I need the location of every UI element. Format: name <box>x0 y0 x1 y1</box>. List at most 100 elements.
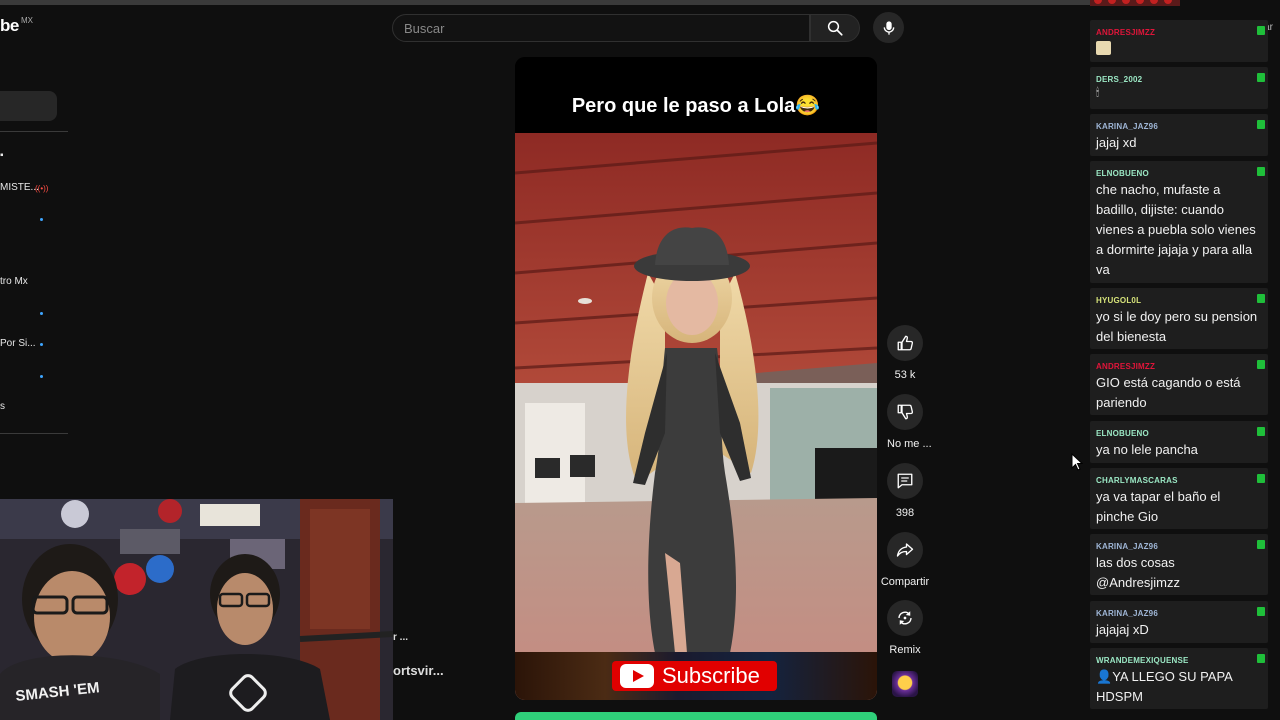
share-action: Compartir <box>875 532 935 588</box>
moderator-badge-icon <box>1257 474 1265 483</box>
chat-username: ANDRESJIMZZ <box>1096 28 1156 37</box>
chat-username: KARINA_JAZ96 <box>1096 542 1158 551</box>
chat-username: ELNOBUENO <box>1096 169 1149 178</box>
chat-emote-strip <box>1090 0 1180 6</box>
chat-message: KARINA_JAZ96 las dos cosas @Andresjimzz <box>1090 534 1268 595</box>
new-content-dot <box>40 343 43 346</box>
next-short-preview[interactable] <box>515 712 877 720</box>
comment-icon <box>897 473 913 489</box>
search-box[interactable] <box>392 14 810 42</box>
search-button[interactable] <box>810 14 860 42</box>
chat-username: WRANDEMEXIQUENSE <box>1096 656 1189 665</box>
subscribe-label: Subscribe <box>662 663 760 688</box>
thumbs-up-icon <box>897 335 914 351</box>
moderator-badge-icon <box>1257 167 1265 176</box>
moderator-badge-icon <box>1257 294 1265 303</box>
chat-username: KARINA_JAZ96 <box>1096 609 1158 618</box>
chat-message: KARINA_JAZ96 jajaj xd <box>1090 114 1268 156</box>
chat-text: ya no lele pancha <box>1096 442 1198 457</box>
new-content-dot <box>40 375 43 378</box>
video-frame <box>515 133 877 700</box>
chat-text: las dos cosas @Andresjimzz <box>1096 555 1180 590</box>
sidebar-channel-text: ortsvir... <box>393 663 444 678</box>
remix-label: Remix <box>889 644 921 656</box>
screen: be MX ▪ MISTE... ((•)) tro Mx Por Si... … <box>0 0 1280 720</box>
thumbs-down-icon <box>897 404 914 420</box>
moderator-badge-icon <box>1257 26 1265 35</box>
sidebar-channel-text: r ... <box>393 632 409 643</box>
comment-count: 398 <box>895 507 915 519</box>
like-count: 53 k <box>894 369 916 381</box>
share-icon <box>896 543 914 557</box>
chat-message: ELNOBUENO ya no lele pancha <box>1090 421 1268 463</box>
like-button[interactable] <box>887 325 923 361</box>
like-action: 53 k <box>887 325 923 381</box>
chat-text: ya va tapar el baño el pinche Gio <box>1096 489 1221 524</box>
chat-text: che nacho, mufaste a badillo, dijiste: c… <box>1096 182 1256 277</box>
chat-text: 👤YA LLEGO SU PAPA HDSPM <box>1096 669 1233 704</box>
moderator-badge-icon <box>1257 73 1265 82</box>
moderator-badge-icon <box>1257 540 1265 549</box>
chat-message: ANDRESJIMZZ <box>1090 20 1268 62</box>
sidebar-item-subscription[interactable]: MISTE... <box>0 182 39 193</box>
chat-message: ELNOBUENO che nacho, mufaste a badillo, … <box>1090 161 1268 283</box>
microphone-icon <box>883 20 894 35</box>
search-input[interactable] <box>393 15 809 41</box>
mouse-cursor-icon <box>1071 453 1083 471</box>
new-content-dot <box>40 312 43 315</box>
top-border <box>0 0 1090 5</box>
comments-action: 398 <box>887 463 923 519</box>
dislike-action: No me ... <box>887 394 932 450</box>
search-icon <box>827 20 843 36</box>
subscribe-banner: Subscribe <box>515 652 877 700</box>
sidebar-item-subscription[interactable]: tro Mx <box>0 276 28 287</box>
moderator-badge-icon <box>1257 360 1265 369</box>
voice-search-button[interactable] <box>873 12 904 43</box>
video-caption: Pero que le paso a Lola😂 <box>515 57 877 133</box>
chat-text: GIO está cagando o está pariendo <box>1096 375 1241 410</box>
sidebar-selected-item[interactable] <box>0 91 57 121</box>
emote-icon <box>1096 41 1111 55</box>
dislike-label: No me ... <box>887 438 932 450</box>
sidebar-divider <box>0 131 68 132</box>
channel-avatar[interactable] <box>892 671 918 697</box>
chat-username: ELNOBUENO <box>1096 429 1149 438</box>
new-content-dot <box>40 218 43 221</box>
dislike-button[interactable] <box>887 394 923 430</box>
moderator-badge-icon <box>1257 607 1265 616</box>
moderator-badge-icon <box>1257 654 1265 663</box>
sidebar-divider <box>0 433 68 434</box>
chat-username: CHARLYMASCARAS <box>1096 476 1178 485</box>
comments-button[interactable] <box>887 463 923 499</box>
chat-text: yo si le doy pero su pension del bienest… <box>1096 309 1258 344</box>
chat-username: HYUGOL0L <box>1096 296 1142 305</box>
moderator-badge-icon <box>1257 120 1265 129</box>
subscribe-overlay-button[interactable]: Subscribe <box>612 661 777 691</box>
live-icon: ((•)) <box>35 184 49 193</box>
chat-username: KARINA_JAZ96 <box>1096 122 1158 131</box>
chat-text: jajaj xd <box>1096 135 1137 150</box>
fire-emote-icon: 🕯 <box>1096 87 1100 99</box>
sidebar-item-subscription[interactable]: Por Si... <box>0 338 36 349</box>
chat-message: DERS_2002 🕯 <box>1090 67 1268 109</box>
moderator-badge-icon <box>1257 427 1265 436</box>
chat-message: HYUGOL0L yo si le doy pero su pension de… <box>1090 288 1268 349</box>
remix-icon <box>898 611 912 625</box>
remix-action: Remix <box>887 600 923 656</box>
youtube-logo[interactable]: be <box>0 16 19 36</box>
webcam-overlay: SMASH 'EM <box>0 499 393 720</box>
short-video-player[interactable]: Pero que le paso a Lola😂 Subscribe <box>515 57 877 700</box>
user-emote-icon: 👤 <box>1096 669 1113 684</box>
sidebar-item-subscription[interactable]: s <box>0 401 5 412</box>
chat-message: WRANDEMEXIQUENSE 👤YA LLEGO SU PAPA HDSPM <box>1090 648 1268 709</box>
chat-message: CHARLYMASCARAS ya va tapar el baño el pi… <box>1090 468 1268 529</box>
chat-username: DERS_2002 <box>1096 75 1143 84</box>
country-code: MX <box>21 16 33 25</box>
share-label: Compartir <box>880 576 930 588</box>
youtube-play-icon <box>620 664 654 688</box>
remix-button[interactable] <box>887 600 923 636</box>
chat-message: KARINA_JAZ96 jajajaj xD <box>1090 601 1268 643</box>
chat-text: jajajaj xD <box>1096 622 1149 637</box>
sidebar-item-marker: ▪ <box>0 150 4 161</box>
share-button[interactable] <box>887 532 923 568</box>
